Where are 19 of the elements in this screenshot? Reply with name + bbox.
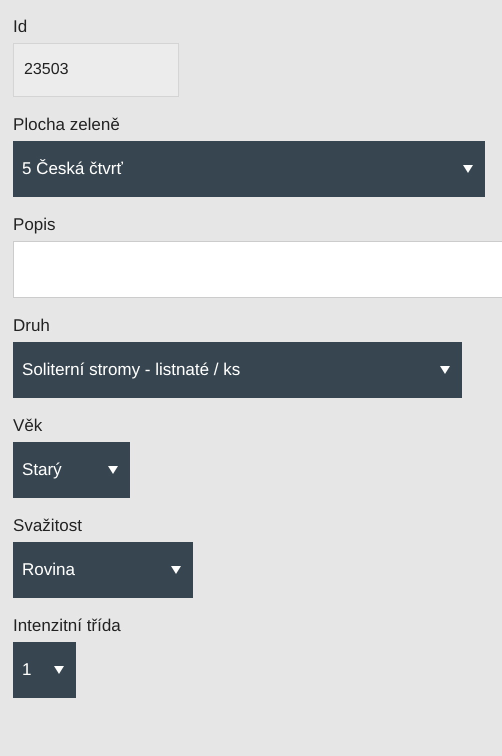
dropdown[interactable]: Rovina xyxy=(13,542,193,598)
field-label: Plocha zeleně xyxy=(13,114,120,136)
input-field[interactable] xyxy=(13,241,502,298)
dropdown[interactable]: 1 xyxy=(13,642,76,698)
dropdown[interactable]: Starý xyxy=(13,442,130,498)
caret-icon xyxy=(440,366,450,374)
caret-icon xyxy=(54,666,64,674)
field-label: Věk xyxy=(13,415,42,437)
field-label: Id xyxy=(13,16,28,38)
field-label: Svažitost xyxy=(13,515,82,537)
dropdown[interactable]: 5 Česká čtvrť xyxy=(13,141,485,197)
dropdown[interactable]: Soliterní stromy - listnaté / ks xyxy=(13,342,462,398)
caret-icon xyxy=(171,566,181,574)
id-field: 23503 xyxy=(13,43,179,97)
caret-icon xyxy=(108,466,118,474)
field-label: Popis xyxy=(13,214,56,236)
field-label: Druh xyxy=(13,315,50,337)
caret-icon xyxy=(463,165,473,173)
field-label: Intenzitní třída xyxy=(13,615,121,637)
